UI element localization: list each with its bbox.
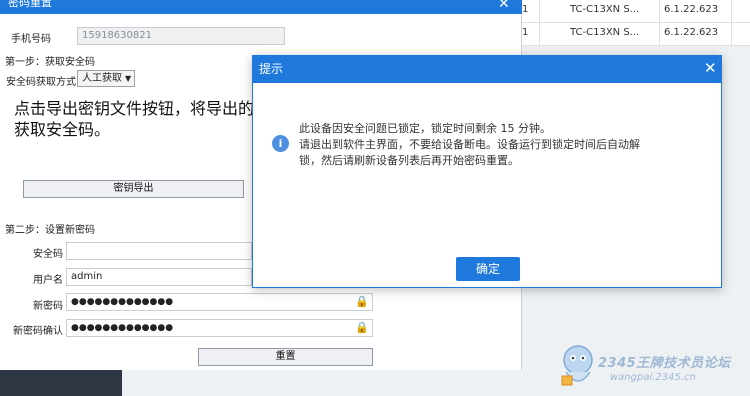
table-cell: 6.1.22.623 bbox=[660, 23, 732, 45]
table-cell: TC-C13XN S... bbox=[566, 23, 660, 45]
lock-icon: 🔒 bbox=[355, 321, 369, 334]
new-password-field[interactable]: ●●●●●●●●●●●●● bbox=[66, 293, 373, 311]
device-list-table: 1 TC-C13XN S... 6.1.22.623 1 TC-C13XN S.… bbox=[522, 0, 750, 46]
security-code-label: 安全码 bbox=[33, 249, 63, 260]
username-field[interactable]: admin bbox=[66, 268, 252, 286]
confirm-password-label: 新密码确认 bbox=[13, 326, 63, 337]
new-password-label: 新密码 bbox=[33, 301, 63, 312]
ok-button[interactable]: 确定 bbox=[456, 257, 520, 281]
instruction-text-line2: 获取安全码。 bbox=[14, 120, 111, 139]
security-code-field[interactable] bbox=[66, 242, 252, 260]
step1-title: 第一步：获取安全码 bbox=[5, 57, 95, 68]
username-label: 用户名 bbox=[33, 275, 63, 286]
lock-icon: 🔒 bbox=[355, 295, 369, 308]
table-cell: 6.1.22.623 bbox=[660, 0, 732, 22]
reset-button[interactable]: 重置 bbox=[198, 348, 373, 366]
modal-title: 提示 bbox=[259, 62, 284, 76]
chevron-down-icon[interactable]: ▼ bbox=[125, 70, 131, 87]
table-cell: 1 bbox=[522, 23, 540, 45]
watermark-url: wangpai.2345.cn bbox=[610, 372, 696, 383]
dialog-titlebar: 密码重置 ✕ bbox=[0, 0, 522, 14]
confirm-password-field[interactable]: ●●●●●●●●●●●●● bbox=[66, 319, 373, 337]
phone-label: 手机号码 bbox=[11, 34, 51, 45]
table-row[interactable]: 1 TC-C13XN S... 6.1.22.623 bbox=[522, 23, 750, 46]
watermark-text: 2345王牌技术员论坛 bbox=[598, 356, 731, 371]
info-icon: i bbox=[272, 135, 289, 152]
table-cell: 1 bbox=[522, 0, 540, 22]
tip-modal: 提示 ✕ i 此设备因安全问题已锁定，锁定时间剩余 15 分钟。 请退出到软件主… bbox=[252, 55, 722, 288]
phone-field[interactable]: 15918630821 bbox=[77, 27, 285, 45]
export-key-button[interactable]: 密钥导出 bbox=[23, 180, 244, 198]
method-label: 安全码获取方式 bbox=[6, 77, 76, 88]
close-icon[interactable]: ✕ bbox=[704, 61, 717, 76]
mascot-logo bbox=[561, 345, 593, 386]
step2-title: 第二步：设置新密码 bbox=[5, 225, 95, 236]
table-row[interactable]: 1 TC-C13XN S... 6.1.22.623 bbox=[522, 0, 750, 23]
background-sidebar bbox=[0, 370, 122, 396]
close-icon[interactable]: ✕ bbox=[498, 0, 510, 11]
tip-message-line1: 此设备因安全问题已锁定，锁定时间剩余 15 分钟。 bbox=[299, 122, 551, 135]
instruction-text: 点击导出密钥文件按钮，将导出的da bbox=[14, 99, 254, 118]
tip-message-line2: 请退出到软件主界面，不要给设备断电。设备运行到锁定时间后自动解 bbox=[299, 138, 640, 151]
table-cell: TC-C13XN S... bbox=[566, 0, 660, 22]
dialog-title: 密码重置 bbox=[8, 0, 52, 9]
tip-message-line3: 锁，然后请刷新设备列表后再开始密码重置。 bbox=[299, 154, 519, 167]
modal-titlebar: 提示 ✕ bbox=[253, 56, 721, 83]
